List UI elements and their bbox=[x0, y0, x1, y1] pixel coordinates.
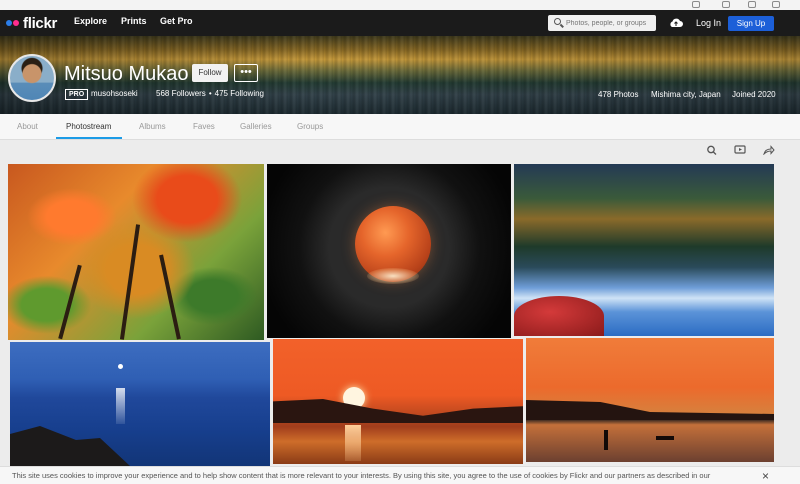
search-input[interactable] bbox=[566, 17, 652, 29]
username: musohsoseki bbox=[91, 89, 138, 98]
cover-photo: Mitsuo Mukao Follow ••• PRO musohsoseki … bbox=[0, 36, 800, 114]
photo-count: 478 Photos bbox=[598, 90, 639, 99]
logo-pink-dot-icon bbox=[13, 20, 19, 26]
tab-about[interactable]: About bbox=[17, 122, 38, 131]
browser-toolbar-strip bbox=[0, 0, 800, 10]
slideshow-icon[interactable] bbox=[734, 145, 746, 155]
bookmark-icon[interactable] bbox=[722, 1, 730, 8]
tab-groups[interactable]: Groups bbox=[297, 122, 323, 131]
moon bbox=[355, 206, 431, 284]
hill bbox=[526, 400, 774, 420]
photo-orange-dusk-boat[interactable] bbox=[526, 338, 774, 462]
moonlet bbox=[118, 364, 123, 369]
tab-albums[interactable]: Albums bbox=[139, 122, 166, 131]
tab-icon[interactable] bbox=[692, 1, 700, 8]
follow-counts: 568 Followers • 475 Following bbox=[156, 89, 264, 98]
signup-button[interactable]: Sign Up bbox=[728, 16, 774, 31]
following-link[interactable]: 475 Following bbox=[215, 89, 264, 98]
profile-name: Mitsuo Mukao bbox=[64, 63, 189, 85]
logo-blue-dot-icon bbox=[6, 20, 12, 26]
share-icon[interactable] bbox=[763, 145, 775, 155]
rocks bbox=[10, 426, 130, 466]
tab-photostream[interactable]: Photostream bbox=[66, 122, 111, 131]
post bbox=[604, 430, 608, 450]
photo-lunar-eclipse[interactable] bbox=[267, 164, 511, 338]
photo-sunset-sea[interactable] bbox=[273, 339, 523, 464]
joined-date: Joined 2020 bbox=[732, 90, 776, 99]
nav-link-explore[interactable]: Explore bbox=[74, 16, 107, 26]
flickr-logo[interactable]: flickr bbox=[6, 14, 57, 32]
profile-tabs: About Photostream Albums Faves Galleries… bbox=[0, 114, 800, 140]
separator-dot: • bbox=[208, 89, 212, 98]
photo-moonlit-sea[interactable] bbox=[10, 342, 270, 466]
active-tab-indicator bbox=[56, 137, 122, 139]
pro-badge: PRO bbox=[65, 89, 89, 100]
close-icon[interactable]: × bbox=[762, 469, 769, 483]
photo-lake-reflection[interactable] bbox=[514, 164, 774, 336]
share-browser-icon[interactable] bbox=[772, 1, 780, 8]
avatar[interactable] bbox=[8, 54, 56, 102]
nav-link-get-pro[interactable]: Get Pro bbox=[160, 16, 193, 26]
followers-link[interactable]: 568 Followers bbox=[156, 89, 206, 98]
cookie-banner: This site uses cookies to improve your e… bbox=[0, 466, 800, 484]
photo-autumn-maple[interactable] bbox=[8, 164, 264, 340]
boat bbox=[656, 436, 674, 440]
refl bbox=[345, 425, 361, 461]
glint bbox=[116, 388, 125, 424]
upload-cloud-icon[interactable] bbox=[668, 18, 684, 28]
nav-link-prints[interactable]: Prints bbox=[121, 16, 147, 26]
logo-text: flickr bbox=[23, 14, 58, 32]
more-options-button[interactable]: ••• bbox=[234, 64, 258, 82]
location: Mishima city, Japan bbox=[651, 90, 721, 99]
tab-faves[interactable]: Faves bbox=[193, 122, 215, 131]
pen-icon[interactable] bbox=[748, 1, 756, 8]
hill bbox=[273, 399, 523, 423]
cookie-text: This site uses cookies to improve your e… bbox=[12, 471, 711, 480]
red-bush bbox=[514, 296, 604, 336]
login-link[interactable]: Log In bbox=[696, 18, 721, 28]
search-icon[interactable] bbox=[706, 145, 718, 155]
tab-galleries[interactable]: Galleries bbox=[240, 122, 272, 131]
search-icon bbox=[554, 18, 561, 25]
top-nav: flickr Explore Prints Get Pro Log In Sig… bbox=[0, 10, 800, 36]
search-box[interactable] bbox=[548, 15, 656, 31]
follow-button[interactable]: Follow bbox=[192, 64, 228, 82]
